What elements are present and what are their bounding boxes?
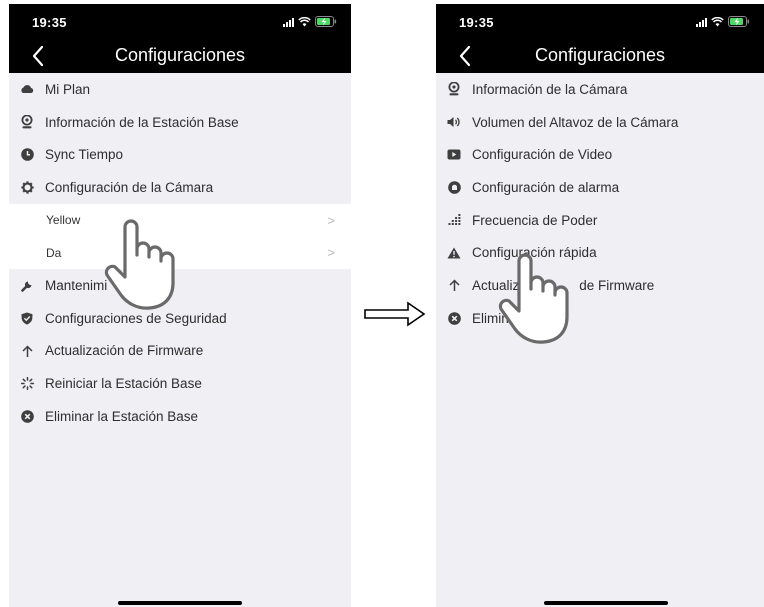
- signal-icon: [696, 17, 707, 27]
- video-icon: [447, 148, 461, 162]
- page-title: Configuraciones: [114, 45, 246, 65]
- reboot-spinner-icon: [20, 377, 34, 391]
- cloud-icon: [20, 82, 34, 96]
- wrench-icon: [20, 278, 34, 292]
- warning-triangle-icon: [447, 246, 461, 260]
- gear-icon: [20, 180, 34, 194]
- frequency-bars-icon: [447, 213, 461, 227]
- battery-charging-icon: [315, 16, 337, 27]
- alarm-icon: [447, 180, 461, 194]
- close-circle-icon: [447, 311, 461, 325]
- status-bar: 19:35: [436, 4, 764, 40]
- pointing-hand-icon: [498, 253, 569, 344]
- camera-item-frecuencia[interactable]: Frecuencia de Poder: [436, 204, 764, 237]
- camera-item-alarma[interactable]: Configuración de alarma: [436, 171, 764, 204]
- settings-item-config-camara[interactable]: Configuración de la Cámara: [9, 171, 351, 204]
- arrow-up-icon: [20, 344, 34, 358]
- camera-item-volumen[interactable]: Volumen del Altavoz de la Cámara: [436, 106, 764, 139]
- close-circle-icon: [20, 409, 34, 423]
- camera-item-video[interactable]: Configuración de Video: [436, 138, 764, 171]
- home-indicator: [118, 601, 242, 605]
- page-title: Configuraciones: [534, 45, 666, 65]
- wifi-icon: [298, 16, 311, 26]
- battery-charging-icon: [728, 16, 750, 27]
- settings-item-info-estacion[interactable]: Información de la Estación Base: [9, 106, 351, 139]
- chevron-right-icon: >: [327, 212, 335, 228]
- webcam-icon: [20, 115, 34, 129]
- camera-item-firmware[interactable]: Actualiz de Firmware: [436, 269, 764, 302]
- settings-item-sync-tiempo[interactable]: Sync Tiempo: [9, 138, 351, 171]
- camera-settings-list: Información de la Cámara Volumen del Alt…: [436, 73, 764, 335]
- nav-bar: Configuraciones: [9, 40, 351, 73]
- settings-item-mi-plan[interactable]: Mi Plan: [9, 73, 351, 106]
- signal-icon: [283, 17, 294, 27]
- speaker-icon: [447, 115, 461, 129]
- settings-item-firmware[interactable]: Actualización de Firmware: [9, 335, 351, 368]
- camera-item-config-rapida[interactable]: Configuración rápida: [436, 236, 764, 269]
- home-indicator: [544, 601, 668, 605]
- status-time: 19:35: [459, 15, 494, 30]
- status-bar: 19:35: [9, 4, 351, 40]
- chevron-right-icon: >: [327, 245, 335, 261]
- phone-screen-right: 19:35 Configuraciones Información de la …: [436, 4, 764, 607]
- webcam-icon: [447, 82, 461, 96]
- nav-bar: Configuraciones: [436, 40, 764, 73]
- wifi-icon: [711, 16, 724, 26]
- pointing-hand-icon: [104, 219, 175, 310]
- camera-item-eliminar[interactable]: Elimin: [436, 302, 764, 335]
- transition-arrow-icon: [364, 301, 426, 327]
- settings-item-reiniciar[interactable]: Reiniciar la Estación Base: [9, 367, 351, 400]
- settings-item-eliminar[interactable]: Eliminar la Estación Base: [9, 400, 351, 433]
- clock-icon: [20, 148, 34, 162]
- shield-icon: [20, 311, 34, 325]
- status-time: 19:35: [32, 15, 67, 30]
- arrow-up-icon: [447, 278, 461, 292]
- camera-item-info[interactable]: Información de la Cámara: [436, 73, 764, 106]
